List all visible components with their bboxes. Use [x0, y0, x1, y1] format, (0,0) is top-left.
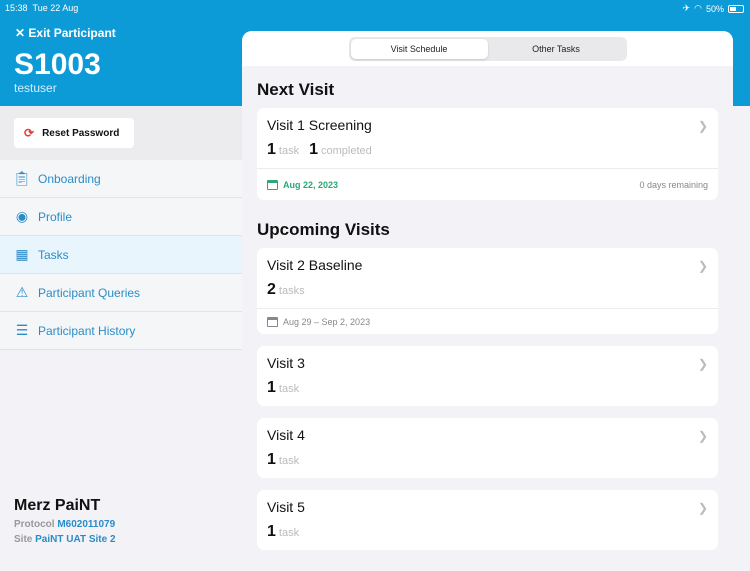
clipboard-add-icon: 📋︎ — [13, 170, 31, 186]
status-bar-right: ✈ ◠ 50% — [683, 3, 744, 14]
task-label: task — [278, 527, 300, 539]
chevron-right-icon: ❯ — [697, 429, 708, 443]
visit-panel: Visit Schedule Other Tasks Next Visit Vi… — [242, 31, 733, 571]
visit-counts: 2 tasks — [267, 281, 708, 299]
visit-card-footer: Aug 22, 2023 0 days remaining — [257, 168, 718, 200]
reset-area: ⟳ Reset Password — [0, 106, 242, 160]
battery-icon — [728, 4, 744, 13]
task-label: task — [278, 455, 300, 467]
visit-card-main: Visit 4 ❯ 1 task — [257, 418, 718, 478]
wifi-icon: ◠ — [694, 3, 702, 13]
reset-password-label: Reset Password — [42, 127, 120, 139]
sidebar-item-label: Tasks — [38, 247, 69, 262]
completed-count: 1 — [309, 141, 318, 158]
battery-percent: 50% — [705, 3, 724, 14]
visit-card-main: Visit 5 ❯ 1 task — [257, 490, 718, 550]
visit-card-main: Visit 3 ❯ 1 task — [257, 346, 718, 406]
visit-card-footer: Aug 29 – Sep 2, 2023 — [257, 308, 718, 334]
status-date: Tue 22 Aug — [32, 3, 79, 13]
sidebar-menu: 📋︎ Onboarding ◉ Profile ▦ Tasks ⚠ Participan… — [0, 160, 242, 350]
visit-date-text: Aug 22, 2023 — [283, 179, 339, 190]
visit-date: Aug 22, 2023 — [267, 179, 339, 190]
participant-id: S1003 — [14, 48, 101, 81]
study-info: Merz PaiNT Protocol M602011079 Site PaiN… — [14, 497, 116, 545]
task-count: 1 — [267, 451, 276, 468]
sidebar-item-tasks[interactable]: ▦ Tasks — [0, 236, 242, 274]
person-circle-icon: ◉ — [15, 208, 29, 224]
sidebar-item-label: Onboarding — [38, 171, 101, 186]
task-label: task — [278, 383, 300, 395]
days-remaining: 0 days remaining — [639, 179, 708, 190]
completed-label: completed — [321, 145, 372, 157]
protocol-row: Protocol M602011079 — [14, 519, 116, 530]
visit-counts: 1 task 1 completed — [267, 141, 708, 159]
site-value: PaiNT UAT Site 2 — [35, 534, 116, 545]
task-count: 2 — [267, 281, 276, 298]
close-icon: ✕ — [15, 26, 26, 40]
upcoming-visits-heading: Upcoming Visits — [257, 220, 390, 239]
sidebar-item-label: Participant Queries — [38, 285, 141, 300]
protocol-label: Protocol — [14, 519, 55, 530]
visit-title: Visit 2 Baseline — [267, 257, 363, 273]
task-label: task — [278, 145, 300, 157]
username: testuser — [14, 81, 57, 95]
sidebar-item-profile[interactable]: ◉ Profile — [0, 198, 242, 236]
visit-date-text: Aug 29 – Sep 2, 2023 — [283, 316, 371, 327]
status-time: 15:38 — [5, 3, 28, 13]
calendar-icon: ▦ — [15, 246, 29, 262]
next-visit-heading: Next Visit — [257, 80, 335, 99]
visit-card[interactable]: Visit 4 ❯ 1 task — [257, 418, 718, 478]
visit-title: Visit 3 — [267, 355, 305, 371]
visit-card[interactable]: Visit 2 Baseline ❯ 2 tasks Aug 29 – Sep 2… — [257, 248, 718, 334]
sidebar-item-label: Profile — [38, 209, 73, 224]
chevron-right-icon: ❯ — [697, 119, 708, 133]
task-count: 1 — [267, 141, 276, 158]
person-warning-icon: ⚠ — [15, 284, 29, 300]
calendar-icon — [267, 316, 278, 327]
study-name: Merz PaiNT — [14, 497, 101, 514]
site-label: Site — [14, 534, 33, 545]
visit-date: Aug 29 – Sep 2, 2023 — [267, 316, 371, 327]
chevron-right-icon: ❯ — [697, 259, 708, 273]
sidebar-item-onboarding[interactable]: 📋︎ Onboarding — [0, 160, 242, 198]
task-count: 1 — [267, 523, 276, 540]
visit-counts: 1 task — [267, 379, 708, 397]
reset-password-button[interactable]: ⟳ Reset Password — [14, 118, 134, 148]
task-count: 1 — [267, 379, 276, 396]
sidebar-item-label: Participant History — [38, 323, 136, 338]
sidebar: ⟳ Reset Password 📋︎ Onboarding ◉ Profile ▦ T… — [0, 106, 242, 562]
visit-card[interactable]: Visit 3 ❯ 1 task — [257, 346, 718, 406]
status-bar-left: 15:38 Tue 22 Aug — [5, 3, 78, 13]
task-label: tasks — [278, 285, 305, 297]
protocol-value: M602011079 — [57, 519, 116, 530]
visit-title: Visit 5 — [267, 499, 305, 515]
exit-label: Exit Participant — [28, 26, 116, 40]
tab-visit-schedule[interactable]: Visit Schedule — [350, 38, 488, 59]
segmented-control: Visit Schedule Other Tasks — [348, 36, 627, 61]
password-reset-icon: ⟳ — [24, 126, 35, 140]
visit-card-main: Visit 1 Screening ❯ 1 task 1 completed — [257, 108, 718, 168]
list-document-icon: ☰ — [15, 322, 29, 338]
visit-counts: 1 task — [267, 523, 708, 541]
visit-counts: 1 task — [267, 451, 708, 469]
visit-title: Visit 1 Screening — [267, 117, 372, 133]
chevron-right-icon: ❯ — [697, 501, 708, 515]
visit-card[interactable]: Visit 5 ❯ 1 task — [257, 490, 718, 550]
exit-participant-button[interactable]: ✕ Exit Participant — [15, 26, 116, 40]
sidebar-item-participant-history[interactable]: ☰ Participant History — [0, 312, 242, 350]
calendar-icon — [267, 179, 278, 190]
site-row: Site PaiNT UAT Site 2 — [14, 534, 116, 545]
tab-other-tasks[interactable]: Other Tasks — [488, 39, 625, 59]
visit-title: Visit 4 — [267, 427, 305, 443]
visit-card[interactable]: Visit 1 Screening ❯ 1 task 1 completed Aug … — [257, 108, 718, 200]
panel-toolbar: Visit Schedule Other Tasks — [242, 31, 733, 66]
chevron-right-icon: ❯ — [697, 357, 708, 371]
airplane-icon: ✈ — [682, 3, 691, 13]
sidebar-item-participant-queries[interactable]: ⚠ Participant Queries — [0, 274, 242, 312]
visit-card-main: Visit 2 Baseline ❯ 2 tasks — [257, 248, 718, 308]
